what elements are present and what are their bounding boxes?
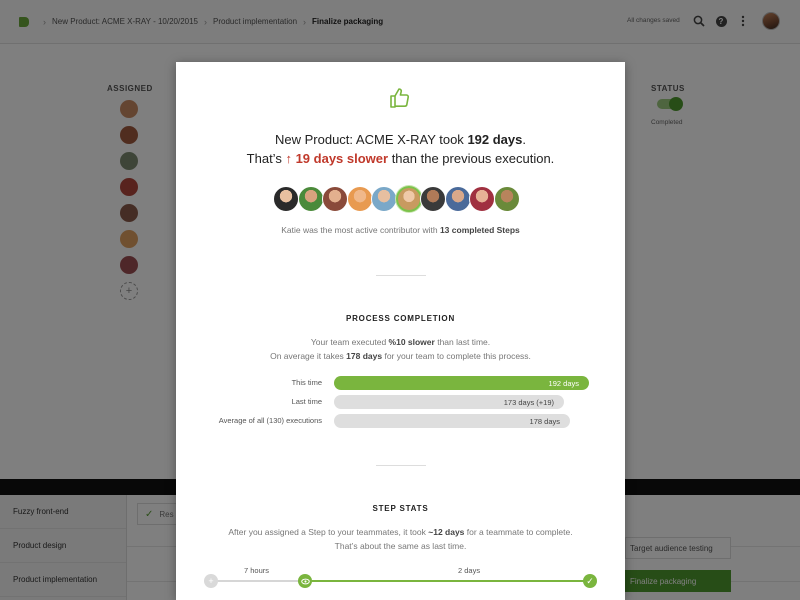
section-divider: [376, 465, 426, 466]
process-average-prefix: On average it takes: [270, 351, 347, 361]
contributor-avatar[interactable]: [444, 186, 471, 212]
comparison-value: 19 days slower: [295, 151, 389, 166]
process-completion-summary: Your team executed %10 slower than last …: [176, 335, 625, 363]
duration-summary: New Product: ACME X-RAY took 192 days. T…: [176, 130, 625, 168]
contributor-avatar[interactable]: [493, 186, 520, 212]
duration-suffix: .: [522, 132, 526, 147]
contributor-avatar[interactable]: [273, 186, 299, 212]
step-stats-line: After you assigned a Step to your teamma…: [176, 525, 625, 539]
process-summary-suffix: than last time.: [434, 337, 491, 347]
duration-prefix: New Product: ACME X-RAY took: [275, 132, 468, 147]
step-stats-title: STEP STATS: [372, 504, 429, 513]
thumbs-up-icon: [390, 88, 410, 108]
step-stats-comparison: That’s about the same as last time.: [334, 541, 467, 551]
bar-label: Last time: [291, 397, 322, 406]
bar-row-this-time: This time 192 days: [176, 376, 625, 390]
contributor-avatar[interactable]: [297, 186, 324, 212]
process-average-value: 178 days: [346, 351, 383, 361]
process-summary-value: %10 slower: [388, 337, 435, 347]
bar-row-average: Average of all (130) executions 178 days: [176, 414, 625, 428]
bar-label: This time: [291, 378, 322, 387]
process-summary-prefix: Your team executed: [310, 337, 389, 347]
step-stats-value: ~12 days: [428, 527, 465, 537]
contributor-avatar[interactable]: [322, 186, 348, 212]
timeline-segment: [304, 580, 590, 582]
bar-value: 173 days (+19): [503, 397, 554, 407]
timeline-segment: [208, 580, 304, 582]
duration-bar: 192 days: [334, 376, 589, 390]
process-summary-line: Your team executed %10 slower than last …: [176, 335, 625, 349]
duration-bar: 173 days (+19): [334, 395, 564, 409]
eye-icon: [298, 574, 312, 588]
duration-bar: 178 days: [334, 414, 570, 428]
contributor-avatars: [273, 186, 520, 212]
contributor-avatar[interactable]: [420, 186, 446, 212]
process-average-suffix: for your team to complete this process.: [382, 351, 531, 361]
section-divider: [376, 275, 426, 276]
completion-summary-dialog: New Product: ACME X-RAY took 192 days. T…: [176, 62, 625, 600]
step-stats-suffix: for a teammate to complete.: [464, 527, 573, 537]
step-stats-prefix: After you assigned a Step to your teamma…: [228, 527, 429, 537]
top-contributor-count: 13 completed Steps: [439, 225, 520, 235]
comparison-prefix: That’s: [246, 151, 286, 166]
bar-label: Average of all (130) executions: [218, 416, 322, 425]
contributor-avatar[interactable]: [346, 186, 373, 212]
comparison-suffix: than the previous execution.: [388, 151, 555, 166]
duration-days: 192 days: [467, 132, 523, 147]
top-contributor-text: Katie was the most active contributor wi…: [176, 225, 625, 235]
contributor-avatar[interactable]: [371, 186, 397, 212]
comparison-line: That’s ↑ 19 days slower than the previou…: [176, 149, 625, 168]
contributor-avatar[interactable]: [469, 186, 495, 212]
step-timeline: + ✓: [204, 574, 597, 588]
process-completion-title: PROCESS COMPLETION: [345, 314, 456, 323]
duration-line: New Product: ACME X-RAY took 192 days.: [176, 130, 625, 149]
step-stats-summary: After you assigned a Step to your teamma…: [176, 525, 625, 553]
process-average-line: On average it takes 178 days for your te…: [176, 349, 625, 363]
top-contributor-avatar[interactable]: [395, 186, 422, 212]
bar-value: 192 days: [548, 378, 579, 388]
arrow-up-icon: ↑: [285, 151, 292, 166]
plus-icon: +: [204, 574, 218, 588]
check-icon: ✓: [583, 574, 597, 588]
bar-value: 178 days: [529, 416, 560, 426]
bar-row-last-time: Last time 173 days (+19): [176, 395, 625, 409]
top-contributor-prefix: Katie was the most active contributor wi…: [281, 225, 440, 235]
